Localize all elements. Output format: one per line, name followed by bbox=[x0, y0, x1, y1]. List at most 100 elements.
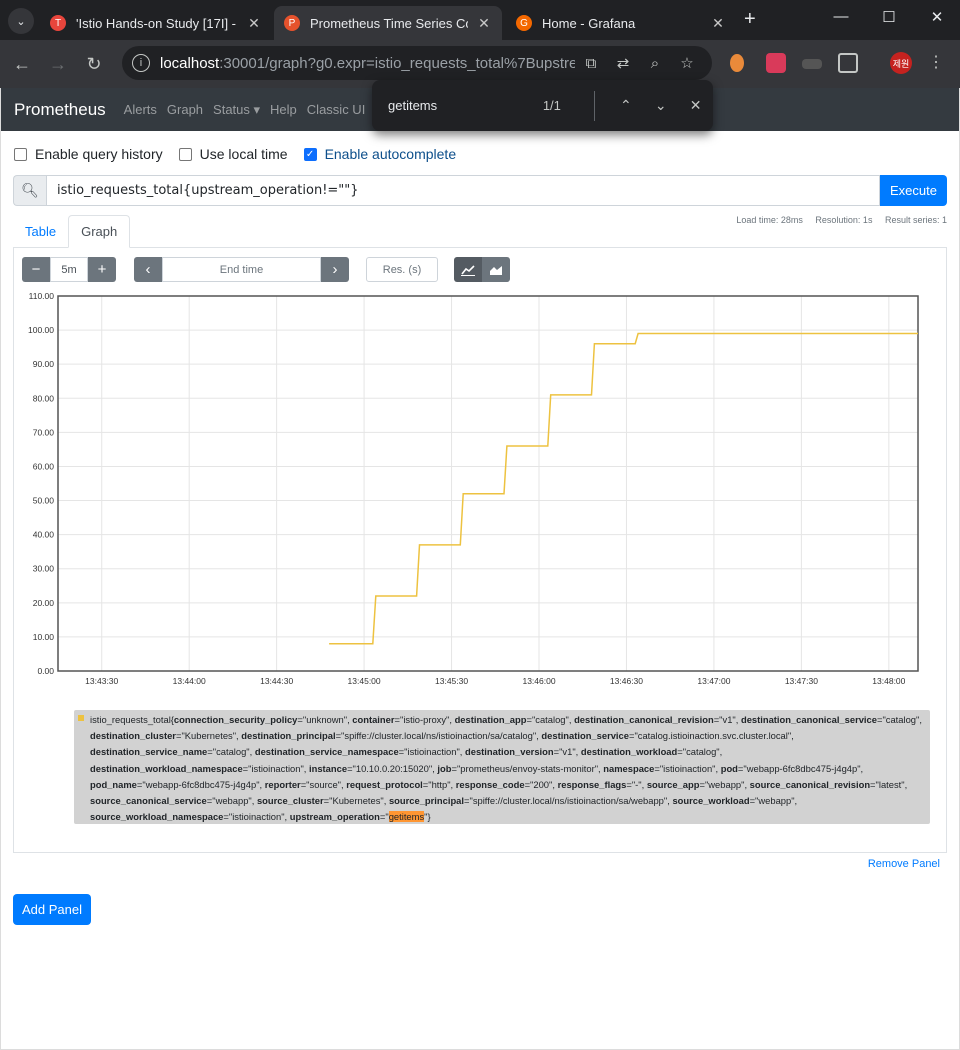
autocomplete-checkbox[interactable]: ✓ bbox=[303, 147, 317, 161]
label-value: webapp bbox=[215, 795, 249, 807]
label-key: container bbox=[352, 714, 395, 725]
back-icon[interactable]: ← bbox=[4, 54, 40, 75]
extension-icon[interactable] bbox=[730, 54, 744, 72]
tab-title: 'Istio Hands-on Study [17I] - bbox=[76, 15, 237, 31]
find-bar: getitems 1/1 ⌃ ⌄ ✕ bbox=[372, 80, 713, 131]
label-value: catalog bbox=[216, 746, 247, 758]
label-key: destination_service_namespace bbox=[254, 746, 399, 758]
label-value: prometheus/envoy-stats-monitor bbox=[460, 762, 595, 774]
chart-mode-controls bbox=[454, 257, 510, 282]
nav-help[interactable]: Help bbox=[270, 102, 297, 117]
url-text[interactable]: localhost:30001/graph?g0.expr=istio_requ… bbox=[160, 55, 575, 72]
browser-chrome: ⌄ T 'Istio Hands-on Study [17I] - ✕ P Pr… bbox=[0, 0, 960, 88]
tab-istio-study[interactable]: T 'Istio Hands-on Study [17I] - ✕ bbox=[40, 6, 272, 40]
option-autocomplete[interactable]: ✓ Enable autocomplete bbox=[303, 146, 456, 162]
stacked-area-icon[interactable] bbox=[482, 257, 510, 282]
profile-avatar[interactable]: 제원 bbox=[890, 52, 912, 74]
expression-input[interactable]: istio_requests_total{upstream_operation!… bbox=[46, 175, 880, 206]
series-labels: istio_requests_total{connection_security… bbox=[90, 714, 922, 823]
tab-table[interactable]: Table bbox=[13, 215, 68, 248]
extension-icon[interactable] bbox=[766, 53, 786, 73]
tab-title: Home - Grafana bbox=[542, 15, 636, 31]
label-value: webapp-6fc8dbc475-j4g4p bbox=[145, 778, 257, 790]
address-bar[interactable]: i localhost:30001/graph?g0.expr=istio_re… bbox=[122, 46, 712, 80]
bookmark-star-icon[interactable]: ☆ bbox=[671, 54, 703, 72]
maximize-icon[interactable]: ☐ bbox=[874, 8, 904, 26]
label-value: catalog bbox=[686, 746, 717, 758]
label-value: spiffe://cluster.local/ns/istioinaction/… bbox=[472, 795, 664, 807]
label-key: source_workload_namespace bbox=[90, 811, 224, 823]
label-value: catalog bbox=[535, 714, 566, 725]
extensions-puzzle-icon[interactable] bbox=[838, 53, 858, 73]
label-value: istioinaction bbox=[407, 746, 457, 758]
grafana-favicon-icon: G bbox=[516, 15, 532, 31]
close-tab-icon[interactable]: ✕ bbox=[710, 15, 726, 32]
tab-grafana[interactable]: G Home - Grafana ✕ bbox=[506, 6, 736, 40]
extension-icon[interactable] bbox=[802, 59, 822, 69]
label-key: response_flags bbox=[557, 778, 627, 790]
execute-button[interactable]: Execute bbox=[880, 175, 947, 206]
label-key: reporter bbox=[264, 778, 301, 790]
decrease-range-button[interactable]: − bbox=[22, 257, 50, 282]
reload-icon[interactable]: ↻ bbox=[76, 54, 112, 75]
nav-alerts[interactable]: Alerts bbox=[124, 102, 157, 117]
tab-strip: ⌄ T 'Istio Hands-on Study [17I] - ✕ P Pr… bbox=[0, 0, 960, 40]
close-tab-icon[interactable]: ✕ bbox=[476, 15, 492, 32]
range-input[interactable]: 5m bbox=[50, 257, 88, 282]
next-time-button[interactable]: › bbox=[321, 257, 349, 282]
label-key: destination_app bbox=[454, 714, 527, 725]
resolution-input[interactable]: Res. (s) bbox=[366, 257, 438, 282]
zoom-icon[interactable]: ⌕ bbox=[639, 55, 671, 72]
label-key: instance bbox=[309, 762, 348, 774]
nav-graph[interactable]: Graph bbox=[167, 102, 203, 117]
local-time-checkbox[interactable] bbox=[178, 147, 192, 161]
unstacked-line-icon[interactable] bbox=[454, 257, 482, 282]
window-close-icon[interactable]: ✕ bbox=[922, 8, 952, 26]
option-query-history[interactable]: Enable query history bbox=[14, 146, 163, 162]
find-previous-icon[interactable]: ⌃ bbox=[609, 97, 644, 114]
option-local-time[interactable]: Use local time bbox=[178, 146, 288, 162]
new-tab-icon[interactable]: + bbox=[744, 8, 756, 31]
series-swatch bbox=[78, 715, 84, 721]
label-key: connection_security_policy bbox=[173, 714, 298, 725]
remove-panel-link[interactable]: Remove Panel bbox=[868, 858, 940, 870]
forward-icon[interactable]: → bbox=[40, 54, 76, 75]
find-in-page-icon[interactable]: ⧉ bbox=[575, 55, 607, 72]
close-tab-icon[interactable]: ✕ bbox=[246, 15, 262, 32]
translate-icon[interactable]: ⇄ bbox=[607, 54, 639, 72]
label-value: istioinaction bbox=[663, 762, 713, 774]
find-input[interactable]: getitems bbox=[388, 98, 543, 113]
prometheus-brand[interactable]: Prometheus bbox=[14, 100, 106, 120]
find-divider bbox=[593, 90, 595, 121]
label-key: source_principal bbox=[388, 795, 464, 807]
site-info-icon[interactable]: i bbox=[132, 54, 150, 72]
label-key: destination_workload_namespace bbox=[90, 762, 243, 774]
end-time-input[interactable]: End time bbox=[162, 257, 321, 282]
series-legend[interactable]: istio_requests_total{connection_security… bbox=[74, 710, 930, 824]
label-value: source bbox=[309, 778, 338, 790]
tab-graph[interactable]: Graph bbox=[68, 215, 131, 248]
tab-prometheus[interactable]: P Prometheus Time Series Colle ✕ bbox=[274, 6, 502, 40]
url-path: :30001/graph?g0.expr=istio_requests_tota… bbox=[219, 54, 575, 72]
label-value: unknown bbox=[306, 714, 344, 725]
label-key: request_protocol bbox=[346, 778, 423, 790]
label-value: - bbox=[635, 778, 639, 790]
tab-search-icon[interactable]: ⌄ bbox=[8, 8, 34, 34]
label-value: Kubernetes bbox=[332, 795, 381, 807]
increase-range-button[interactable]: + bbox=[88, 257, 116, 282]
query-history-checkbox[interactable] bbox=[14, 147, 27, 161]
add-panel-button[interactable]: Add Panel bbox=[13, 894, 91, 925]
nav-status[interactable]: Status ▾ bbox=[213, 102, 260, 118]
browser-menu-icon[interactable]: ⋮ bbox=[928, 52, 944, 72]
find-count: 1/1 bbox=[542, 98, 561, 113]
find-next-icon[interactable]: ⌄ bbox=[643, 97, 678, 114]
result-series: Result series: 1 bbox=[884, 215, 947, 225]
nav-classic-ui[interactable]: Classic UI bbox=[307, 102, 366, 117]
query-row: 🔍︎ istio_requests_total{upstream_operati… bbox=[13, 175, 947, 206]
label-value: webapp bbox=[758, 795, 792, 807]
find-close-icon[interactable]: ✕ bbox=[678, 97, 713, 114]
minimize-icon[interactable]: — bbox=[826, 8, 856, 25]
prev-time-button[interactable]: ‹ bbox=[134, 257, 162, 282]
label-key: destination_cluster bbox=[90, 730, 176, 742]
panel-tabs: Table Graph bbox=[13, 215, 131, 248]
